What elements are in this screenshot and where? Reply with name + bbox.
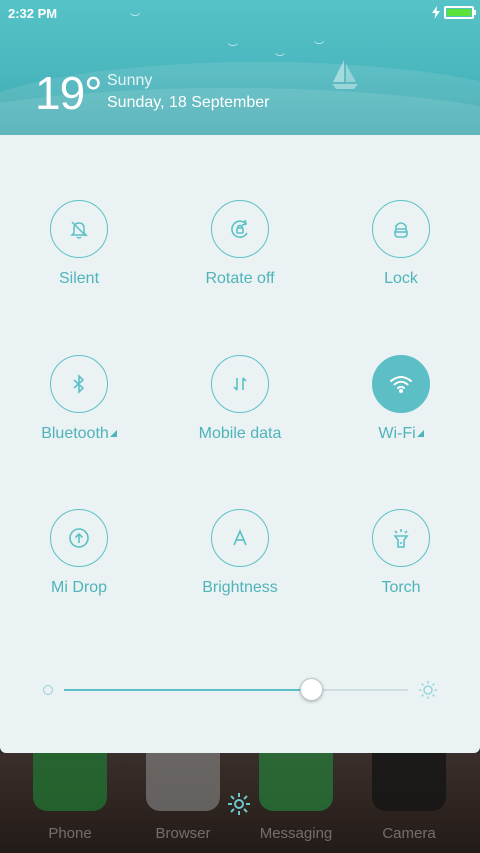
auto-brightness-icon	[233, 528, 247, 546]
quick-settings-panel: Silent Rotate off Lock Bluetooth Mobile …	[0, 135, 480, 753]
torch-icon	[393, 529, 409, 548]
app-label: Phone	[48, 825, 92, 842]
sailboat-icon	[332, 60, 358, 89]
mobile-data-icon	[233, 377, 247, 391]
toggle-label: Wi-Fi	[378, 425, 416, 442]
slider-thumb[interactable]	[299, 678, 323, 701]
toggle-mi-drop[interactable]: Mi Drop	[9, 509, 149, 597]
expand-indicator-icon	[416, 430, 424, 437]
weather-date: Sunday, 18 September	[107, 94, 270, 111]
temperature: 19°	[35, 67, 103, 119]
bird-icon: ︶	[275, 54, 285, 65]
toggle-label: Brightness	[202, 579, 278, 596]
toggle-circle[interactable]	[50, 355, 108, 413]
bell-off-icon	[70, 221, 88, 239]
toggle-circle[interactable]	[211, 355, 269, 413]
toggle-label: Bluetooth	[41, 425, 109, 442]
toggle-circle[interactable]	[372, 509, 430, 567]
toggle-circle[interactable]	[211, 509, 269, 567]
slider-track[interactable]	[64, 689, 408, 691]
toggle-torch[interactable]: Torch	[331, 509, 471, 597]
bluetooth-icon	[73, 374, 85, 394]
bird-icon: ︶	[228, 44, 238, 55]
toggle-label: Torch	[381, 579, 421, 596]
app-phone[interactable]: Phone	[33, 753, 107, 842]
status-bar: 2:32 PM	[0, 0, 480, 28]
charging-icon	[432, 6, 440, 19]
battery-icon	[444, 6, 476, 19]
bird-icon: ︶	[314, 42, 324, 53]
brightness-slider[interactable]	[40, 675, 440, 705]
toggle-wifi[interactable]: Wi-Fi	[331, 355, 471, 443]
app-browser[interactable]: Browser	[146, 753, 220, 842]
toggle-rotate[interactable]: Rotate off	[170, 200, 310, 288]
rotate-lock-icon	[231, 219, 248, 239]
phone-icon	[33, 753, 107, 811]
toggle-brightness[interactable]: Brightness	[170, 509, 310, 597]
toggle-label: Mi Drop	[50, 579, 107, 596]
toggle-silent[interactable]: Silent	[9, 200, 149, 288]
toggle-label: Silent	[58, 270, 100, 287]
toggle-circle[interactable]	[211, 200, 269, 258]
app-label: Browser	[155, 825, 211, 842]
toggle-label: Lock	[384, 270, 418, 287]
compass-icon	[146, 753, 220, 811]
weather-condition: Sunny	[107, 72, 153, 89]
toggle-label: Rotate off	[205, 270, 275, 287]
brightness-high-icon	[419, 681, 437, 699]
weather-header: ︶ ︶ ︶ ︶ 2:32 PM 19° Sunny Sunday, 18 Sep…	[0, 0, 480, 135]
home-dock: Phone Browser Messaging Camera	[0, 753, 480, 853]
message-icon	[259, 753, 333, 811]
toggle-lock[interactable]: Lock	[331, 200, 471, 288]
wifi-icon	[390, 376, 412, 393]
app-camera[interactable]: Camera	[372, 753, 446, 842]
app-label: Messaging	[259, 825, 333, 842]
brightness-low-icon	[43, 685, 53, 695]
toggle-circle[interactable]	[50, 509, 108, 567]
app-messaging[interactable]: Messaging	[259, 753, 333, 842]
toggle-circle[interactable]	[372, 355, 430, 413]
gear-icon[interactable]	[226, 791, 252, 817]
camera-icon	[372, 753, 446, 811]
toggle-mobile-data[interactable]: Mobile data	[170, 355, 310, 443]
lock-icon	[394, 222, 408, 238]
slider-fill	[64, 689, 312, 691]
mi-drop-icon	[69, 528, 89, 548]
toggle-label: Mobile data	[198, 425, 282, 442]
expand-indicator-icon	[109, 430, 117, 437]
status-time: 2:32 PM	[8, 6, 58, 21]
toggle-circle[interactable]	[50, 200, 108, 258]
app-label: Camera	[382, 825, 436, 842]
toggle-circle[interactable]	[372, 200, 430, 258]
toggle-bluetooth[interactable]: Bluetooth	[9, 355, 149, 443]
